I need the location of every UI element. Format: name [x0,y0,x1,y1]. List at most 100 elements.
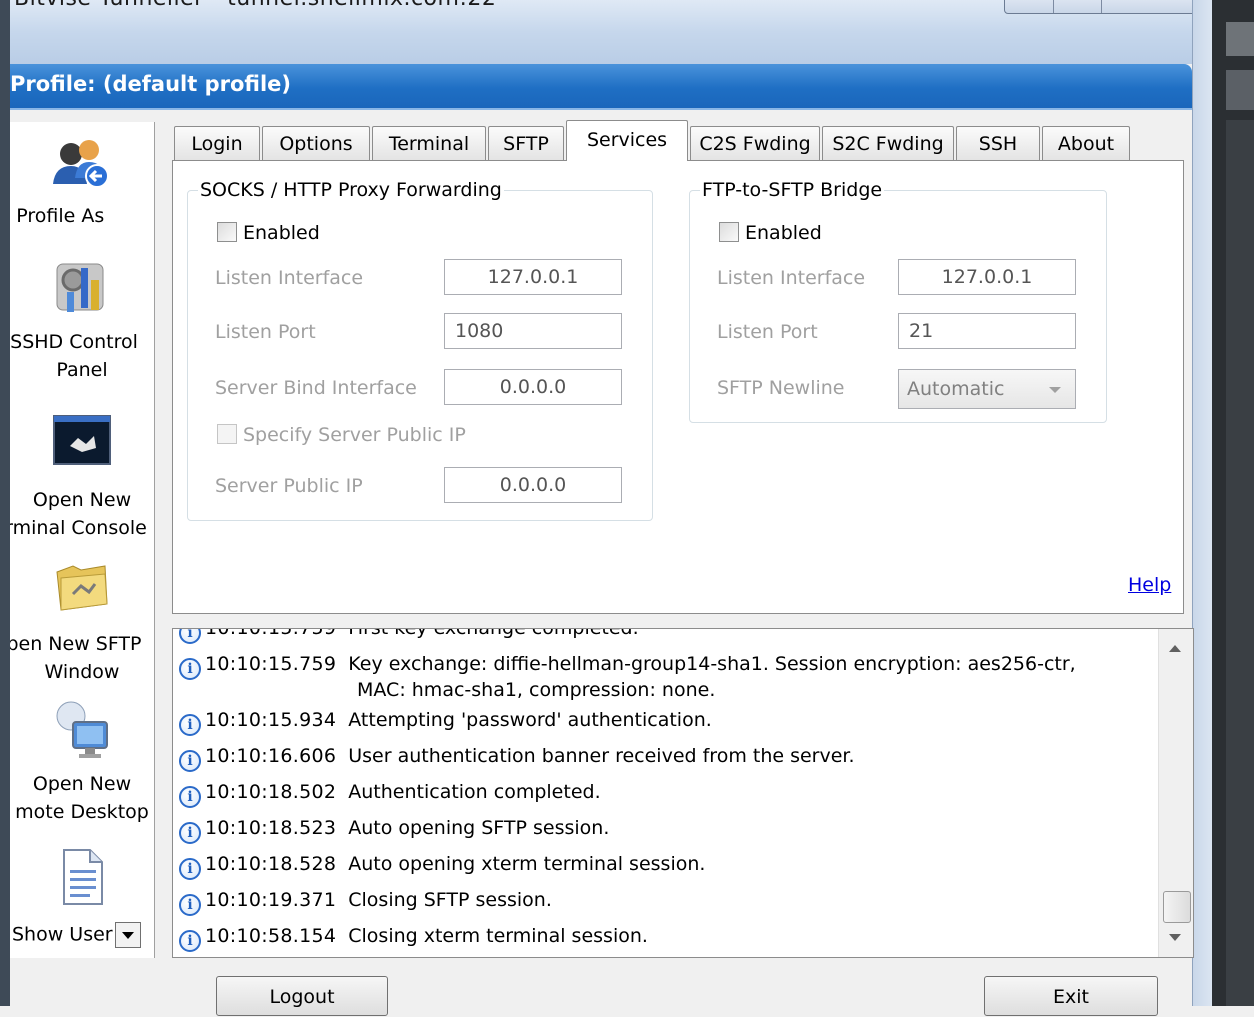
show-user-dropdown[interactable]: Show User [12,922,141,952]
log-entry: i 10:10:58.154 Closing xterm terminal sess… [179,925,648,955]
ftp-listen-port-input[interactable]: 21 [898,313,1076,349]
sidebar-item-label: Open New [32,489,132,511]
log-time: 10:10:15.759 [205,653,337,675]
info-icon: i [179,786,201,808]
session-log: i 10:10:15.759 First key exchange complete… [172,628,1194,958]
tab-label: About [1057,133,1115,155]
log-text: Attempting 'password' authentication. [348,709,712,731]
tab-label: S2C Fwding [832,133,944,155]
log-time: 10:10:18.523 [205,817,337,839]
window-title: Bitvise Tunnelier - tunnel.shellmix.com:… [14,0,496,11]
terminal-console-icon [53,415,111,465]
sidebar-item-save-profile-as[interactable]: ave Profile As [10,136,154,230]
socks-enabled-checkbox[interactable]: Enabled [217,221,320,245]
checkbox-box[interactable] [217,424,237,444]
users-save-icon [53,140,109,188]
log-entry: i 10:10:18.502 Authentication completed. [179,781,601,811]
sidebar-item-open-terminal-console[interactable]: Open New rminal Console [10,414,154,542]
sidebar: ave Profile As nSSHD Control Panel Open … [10,122,155,958]
sidebar-item-label: mote Desktop [15,801,149,823]
socks-listen-port-label: Listen Port [215,321,316,343]
ftp-sftp-bridge-legend: FTP-to-SFTP Bridge [702,179,883,201]
tab-s2c-fwding[interactable]: S2C Fwding [822,126,954,160]
log-text: First key exchange completed. [348,628,639,639]
log-entry: i 10:10:15.934 Attempting 'password' authe… [179,709,712,739]
tab-label: SSH [978,133,1018,155]
sidebar-item-winsshd-control-panel[interactable]: nSSHD Control Panel [10,258,154,384]
tab-about[interactable]: About [1042,126,1130,160]
log-text-continued: MAC: hmac-sha1, compression: none. [357,679,716,701]
info-icon: i [179,750,201,772]
desktop-background [1212,0,1254,1006]
window-controls[interactable] [1004,0,1216,14]
log-entry: i 10:10:19.371 Closing SFTP session. [179,889,552,919]
sidebar-item-label: Panel [56,359,108,381]
log-scrollbar[interactable] [1158,629,1193,957]
specify-server-public-ip-checkbox[interactable]: Specify Server Public IP [217,423,466,447]
scroll-up-arrow-icon[interactable] [1169,645,1181,652]
profile-header-bar: Profile: (default profile) [10,64,1192,110]
log-text: User authentication banner received from… [348,745,855,767]
checkbox-label: Enabled [745,222,822,244]
socks-listen-interface-input[interactable]: 127.0.0.1 [444,259,622,295]
log-text: Auto opening SFTP session. [348,817,610,839]
log-text: Authentication completed. [348,781,601,803]
tab-label: Terminal [388,133,470,155]
server-public-ip-input[interactable]: 0.0.0.0 [444,467,622,503]
tab-label: SFTP [503,133,549,155]
checkbox-label: Enabled [243,222,320,244]
sidebar-item-label: ave Profile As [10,205,105,227]
checkbox-label: Specify Server Public IP [243,424,466,446]
sftp-newline-label: SFTP Newline [717,377,845,399]
log-text: Closing xterm terminal session. [348,925,648,947]
ftp-enabled-checkbox[interactable]: Enabled [719,221,822,245]
socks-proxy-legend: SOCKS / HTTP Proxy Forwarding [200,179,502,201]
ftp-listen-port-label: Listen Port [717,321,818,343]
log-time: 10:10:18.528 [205,853,337,875]
checkbox-box[interactable] [217,222,237,242]
sidebar-item-label: pen New SFTP [10,633,142,655]
sidebar-item-open-sftp-window[interactable]: pen New SFTP Window [10,558,154,686]
log-time: 10:10:18.502 [205,781,337,803]
show-user-label: Show User [12,923,113,946]
tab-options[interactable]: Options [262,126,370,160]
sidebar-item-open-remote-desktop[interactable]: Open New mote Desktop [10,698,154,826]
control-panel-icon [56,263,104,312]
help-link[interactable]: Help [1128,574,1171,596]
log-time: 10:10:15.759 [205,628,337,639]
scroll-down-arrow-icon[interactable] [1169,934,1181,941]
server-public-ip-label: Server Public IP [215,475,363,497]
tab-terminal[interactable]: Terminal [372,126,486,160]
tab-services[interactable]: Services [566,120,688,161]
tab-label: Login [191,133,243,155]
ftp-listen-interface-label: Listen Interface [717,267,866,289]
sidebar-item-label: nSSHD Control [10,331,138,353]
tab-label: C2S Fwding [699,133,811,155]
checkbox-box[interactable] [719,222,739,242]
logout-button[interactable]: Logout [216,976,388,1016]
log-entry: i 10:10:15.759 First key exchange complete… [179,628,639,647]
sidebar-item-label: rminal Console [10,517,147,539]
remote-desktop-icon [56,701,108,758]
info-icon: i [179,930,201,952]
sidebar-item-show-user[interactable] [10,848,154,906]
tab-c2s-fwding[interactable]: C2S Fwding [690,126,820,160]
tab-ssh[interactable]: SSH [956,126,1040,160]
sftp-folder-icon [56,565,108,611]
socks-server-bind-input[interactable]: 0.0.0.0 [444,369,622,405]
log-time: 10:10:58.154 [205,925,337,947]
socks-listen-port-input[interactable]: 1080 [444,313,622,349]
sftp-newline-select[interactable]: Automatic [898,369,1076,409]
chevron-down-icon[interactable] [114,922,141,948]
profile-title: Profile: (default profile) [10,72,291,96]
log-text: Closing SFTP session. [348,889,552,911]
window-left-edge [0,0,10,1006]
log-text: Auto opening xterm terminal session. [348,853,706,875]
scroll-thumb[interactable] [1163,891,1191,923]
log-entry: i 10:10:18.528 Auto opening xterm terminal… [179,853,705,883]
tab-login[interactable]: Login [174,126,260,160]
tab-sftp[interactable]: SFTP [488,126,564,160]
tab-label: Options [279,133,353,155]
ftp-listen-interface-input[interactable]: 127.0.0.1 [898,259,1076,295]
exit-button[interactable]: Exit [984,976,1158,1016]
